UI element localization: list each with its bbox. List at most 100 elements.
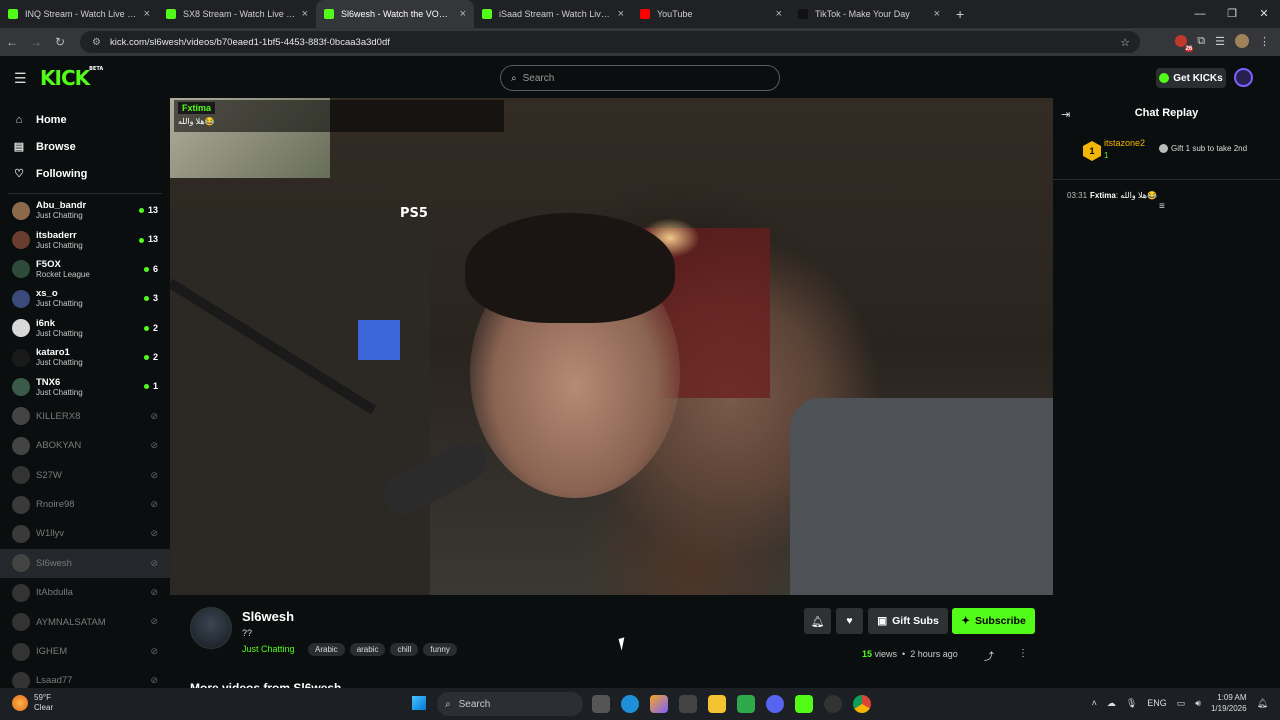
channel-avatar <box>12 495 30 514</box>
notification-bell-icon[interactable]: 🔔︎ <box>1257 698 1268 709</box>
more-options-icon[interactable]: ⋮ <box>1018 648 1028 659</box>
url-field[interactable]: ⚙ kick.com/sl6wesh/videos/b70eaed1-1bf5-… <box>80 31 1140 53</box>
maximize-icon[interactable]: ❐ <box>1216 0 1248 28</box>
stream-tag[interactable]: funny <box>423 643 457 656</box>
browser-tab[interactable]: iSaad Stream - Watch Live on Kick × <box>474 0 632 28</box>
language-indicator[interactable]: ENG <box>1147 698 1167 708</box>
store-icon[interactable] <box>679 695 697 713</box>
microphone-icon[interactable]: 🎙︎ <box>1126 698 1137 709</box>
edge-icon[interactable] <box>621 695 639 713</box>
close-tab-icon[interactable]: × <box>302 8 308 20</box>
tab-search-icon[interactable]: ☰ <box>1215 35 1225 48</box>
close-tab-icon[interactable]: × <box>460 8 466 20</box>
copilot-icon[interactable] <box>650 695 668 713</box>
close-tab-icon[interactable]: × <box>776 8 782 20</box>
new-tab-button[interactable]: + <box>956 6 964 22</box>
taskbar-search-label: Search <box>458 698 491 710</box>
kick-logo[interactable]: KICKBETA <box>40 66 103 90</box>
close-tab-icon[interactable]: × <box>934 8 940 20</box>
sidebar-nav-following[interactable]: ♡ Following <box>12 160 158 187</box>
tab-favicon-icon <box>798 9 808 19</box>
xbox-icon[interactable] <box>737 695 755 713</box>
close-tab-icon[interactable]: × <box>144 8 150 20</box>
taskbar-search[interactable]: ⌕ Search <box>437 692 583 716</box>
sidebar-channel-item[interactable]: Rnoire98 ⊘ <box>0 490 170 519</box>
sidebar-nav-browse[interactable]: ▤ Browse <box>12 133 158 160</box>
bookmark-star-icon[interactable]: ☆ <box>1120 36 1130 49</box>
stream-tag[interactable]: chill <box>390 643 419 656</box>
sidebar-channel-item[interactable]: xs_o Just Chatting 3 <box>0 284 170 313</box>
sidebar-channel-item[interactable]: IGHEM ⊘ <box>0 637 170 666</box>
sidebar-channel-item[interactable]: AYMNALSATAM ⊘ <box>0 607 170 636</box>
pinned-username[interactable]: itstazone2 <box>1104 138 1145 148</box>
browser-tab[interactable]: Sl6wesh - Watch the VOD on Kick × <box>316 0 474 28</box>
streamer-name[interactable]: Sl6wesh <box>242 609 294 624</box>
sidebar-nav-home[interactable]: ⌂ Home <box>12 106 158 133</box>
volume-icon[interactable]: 🔊︎ <box>1195 698 1201 709</box>
user-avatar[interactable] <box>1234 68 1253 87</box>
reload-button[interactable]: ↻ <box>48 35 72 49</box>
gift-subs-button[interactable]: ▣ Gift Subs <box>868 608 948 634</box>
weather-widget[interactable]: 59°F Clear <box>12 693 53 713</box>
discord-icon[interactable] <box>766 695 784 713</box>
gift-subs-label: Gift Subs <box>892 615 939 627</box>
close-tab-icon[interactable]: × <box>618 8 624 20</box>
puzzle-icon[interactable]: ⧉ <box>1197 35 1205 48</box>
browser-tab[interactable]: YouTube × <box>632 0 790 28</box>
stream-tag[interactable]: Arabic <box>308 643 345 656</box>
browser-tab[interactable]: TikTok - Make Your Day × <box>790 0 948 28</box>
task-view-icon[interactable] <box>592 695 610 713</box>
chrome-icon[interactable] <box>853 695 871 713</box>
browser-tab[interactable]: SX8 Stream - Watch Live on Kick × <box>158 0 316 28</box>
follow-heart-button[interactable]: ♥ <box>836 608 863 634</box>
sidebar-channel-item[interactable]: TNX6 Just Chatting 1 <box>0 372 170 401</box>
streamer-avatar[interactable] <box>190 607 232 649</box>
overlay-message: هلا والله😂 <box>178 117 215 126</box>
file-explorer-icon[interactable] <box>708 695 726 713</box>
stream-tag[interactable]: arabic <box>349 643 386 656</box>
back-button[interactable]: ← <box>0 35 24 49</box>
tray-chevron-icon[interactable]: ˄ <box>1092 698 1097 708</box>
network-icon[interactable]: ▭ <box>1177 698 1186 709</box>
menu-icon[interactable]: ☰ <box>14 70 27 87</box>
kick-app-icon[interactable] <box>795 695 813 713</box>
sidebar-channel-item[interactable]: W1llyv ⊘ <box>0 519 170 548</box>
forward-button[interactable]: → <box>24 35 48 49</box>
cloud-icon[interactable]: ☁ <box>1107 698 1116 709</box>
gift-box-icon: ▣ <box>877 615 888 627</box>
browser-tab[interactable]: INQ Stream - Watch Live on Kick × <box>0 0 158 28</box>
sidebar-channel-item[interactable]: i6nk Just Chatting 2 <box>0 314 170 343</box>
profile-avatar[interactable] <box>1235 34 1249 48</box>
sidebar-channel-item[interactable]: itsbaderr Just Chatting 13 <box>0 225 170 254</box>
share-icon[interactable]: ⤴ <box>984 648 994 663</box>
subscribe-button[interactable]: ✦ Subscribe <box>952 608 1035 634</box>
clock[interactable]: 1:09 AM 1/19/2026 <box>1211 692 1247 714</box>
channel-text: TNX6 Just Chatting <box>36 377 83 398</box>
video-player[interactable]: PS5 Fxtima هلا والله😂 <box>170 98 1053 595</box>
get-kicks-button[interactable]: Get KICKs <box>1156 68 1226 88</box>
sidebar-channel-item[interactable]: Abu_bandr Just Chatting 13 <box>0 196 170 225</box>
browser-menu-icon[interactable]: ⋮ <box>1259 35 1270 48</box>
minimize-icon[interactable]: — <box>1184 0 1216 28</box>
sidebar-channel-item[interactable]: kataro1 Just Chatting 2 <box>0 343 170 372</box>
chat-message-user[interactable]: Fxtima <box>1090 191 1116 200</box>
logo-badge: BETA <box>89 66 104 72</box>
gift-sub-prompt[interactable]: Gift 1 sub to take 2nd <box>1159 144 1247 154</box>
site-info-icon[interactable]: ⚙ <box>92 37 101 48</box>
close-window-icon[interactable]: ✕ <box>1248 0 1280 28</box>
extension-icon[interactable]: 26 <box>1175 35 1194 52</box>
following-channel-list: Abu_bandr Just Chatting 13 itsbaderr Just Ch… <box>0 196 170 688</box>
windows-start-icon[interactable] <box>412 696 426 710</box>
sidebar-channel-item[interactable]: F5OX Rocket League 6 <box>0 255 170 284</box>
sidebar-channel-item[interactable]: ABOKYAN ⊘ <box>0 431 170 460</box>
search-input[interactable]: ⌕ Search <box>500 65 780 91</box>
expand-pinned-icon[interactable]: ≡ <box>1159 201 1165 212</box>
notification-bell-button[interactable]: 🔔︎ <box>804 608 831 634</box>
sidebar-channel-item[interactable]: Sl6wesh ⊘ <box>0 548 170 579</box>
sidebar-channel-item[interactable]: Lsaad77 ⊘ <box>0 666 170 688</box>
sidebar-channel-item[interactable]: S27W ⊘ <box>0 461 170 490</box>
steam-icon[interactable] <box>824 695 842 713</box>
stream-category[interactable]: Just Chatting <box>242 644 295 654</box>
sidebar-channel-item[interactable]: ItAbdulla ⊘ <box>0 578 170 607</box>
sidebar-channel-item[interactable]: KILLERX8 ⊘ <box>0 402 170 431</box>
